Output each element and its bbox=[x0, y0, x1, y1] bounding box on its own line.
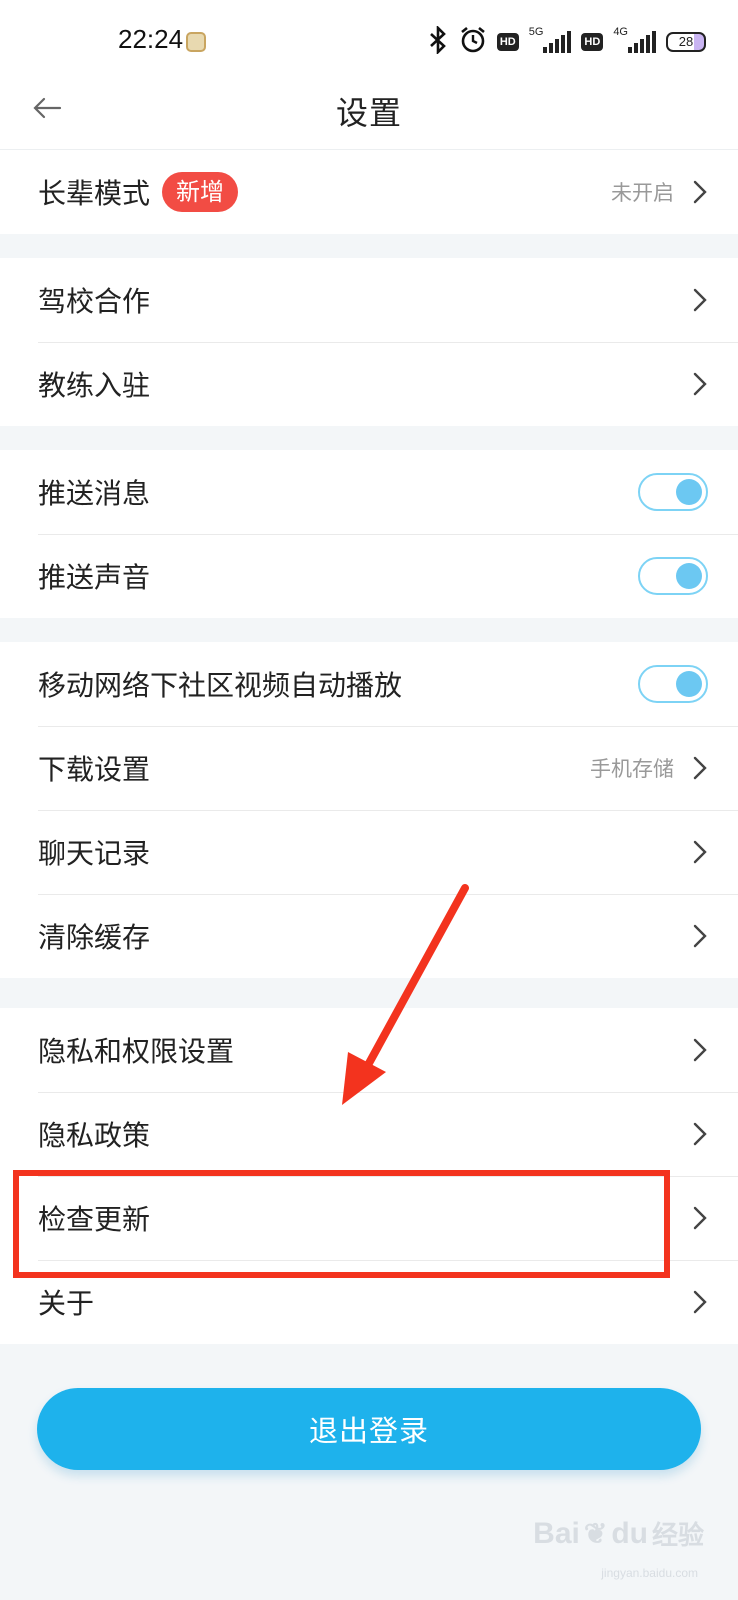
row-driving-school[interactable]: 驾校合作 bbox=[0, 258, 738, 342]
chevron-right-icon bbox=[693, 1122, 707, 1146]
new-badge: 新增 bbox=[162, 172, 239, 212]
row-value: 未开启 bbox=[611, 181, 674, 205]
chevron-right-icon bbox=[693, 180, 707, 204]
row-label: 隐私政策 bbox=[38, 1119, 151, 1152]
page-title: 设置 bbox=[335, 94, 402, 132]
row-label: 隐私和权限设置 bbox=[38, 1035, 235, 1068]
watermark-url: jingyan.baidu.com bbox=[601, 1566, 698, 1580]
chevron-right-icon bbox=[693, 840, 707, 864]
row-label: 推送消息 bbox=[38, 477, 151, 510]
notification-app-icon bbox=[186, 32, 206, 52]
status-icons: HD 5G HD 4G 28 bbox=[427, 22, 706, 62]
toggle-knob bbox=[676, 671, 702, 697]
watermark-brand-du: du bbox=[611, 1516, 648, 1550]
row-label: 关于 bbox=[38, 1287, 95, 1320]
settings-group-push: 推送消息 推送声音 bbox=[0, 450, 738, 618]
red-arrow-icon bbox=[342, 884, 469, 1105]
row-elder-mode[interactable]: 长辈模式 新增 未开启 bbox=[0, 150, 738, 234]
row-label: 清除缓存 bbox=[38, 921, 151, 954]
hd-badge-2: HD bbox=[581, 33, 604, 51]
row-label: 下载设置 bbox=[38, 753, 151, 786]
row-autoplay-video: 移动网络下社区视频自动播放 bbox=[0, 642, 738, 726]
watermark-brand: Bai bbox=[533, 1516, 580, 1550]
push-messages-toggle[interactable] bbox=[638, 473, 708, 511]
signal-icon-2 bbox=[628, 31, 656, 53]
row-label: 长辈模式 bbox=[38, 177, 151, 210]
settings-group-partners: 驾校合作 教练入驻 bbox=[0, 258, 738, 426]
hd-badge: HD bbox=[496, 33, 519, 51]
chevron-right-icon bbox=[693, 1206, 707, 1230]
paw-icon: ❦ bbox=[583, 1518, 608, 1549]
chevron-right-icon bbox=[693, 372, 707, 396]
row-value: 手机存储 bbox=[590, 757, 674, 781]
row-label: 驾校合作 bbox=[38, 285, 151, 318]
watermark-logo: Bai ❦ du 经验 bbox=[533, 1515, 704, 1552]
autoplay-video-toggle[interactable] bbox=[638, 665, 708, 703]
push-sound-toggle[interactable] bbox=[638, 557, 708, 595]
row-push-sound: 推送声音 bbox=[0, 534, 738, 618]
network-5g-label: 5G bbox=[528, 26, 544, 38]
nav-header: 设置 bbox=[0, 70, 738, 150]
chevron-right-icon bbox=[693, 924, 707, 948]
row-label: 移动网络下社区视频自动播放 bbox=[38, 669, 403, 702]
battery-icon: 28 bbox=[666, 32, 706, 52]
toggle-knob bbox=[676, 479, 702, 505]
status-time: 22:24 bbox=[118, 24, 184, 54]
row-label: 教练入驻 bbox=[38, 369, 151, 402]
watermark-brand-cn: 经验 bbox=[651, 1521, 704, 1551]
row-coach-join[interactable]: 教练入驻 bbox=[0, 342, 738, 426]
network-4g-label: 4G bbox=[613, 26, 628, 38]
logout-button[interactable]: 退出登录 bbox=[37, 1388, 701, 1470]
row-push-messages: 推送消息 bbox=[0, 450, 738, 534]
chevron-right-icon bbox=[693, 1290, 707, 1314]
row-label: 聊天记录 bbox=[38, 837, 151, 870]
signal-icon bbox=[543, 31, 572, 53]
chevron-right-icon bbox=[693, 756, 707, 780]
chevron-right-icon bbox=[693, 1038, 707, 1062]
row-label: 推送声音 bbox=[38, 561, 151, 594]
row-download-settings[interactable]: 下载设置 手机存储 bbox=[0, 726, 738, 810]
highlight-box-annotation bbox=[13, 1170, 670, 1278]
chevron-right-icon bbox=[693, 288, 707, 312]
toggle-knob bbox=[676, 563, 702, 589]
settings-group-elder: 长辈模式 新增 未开启 bbox=[0, 150, 738, 234]
alarm-icon bbox=[459, 26, 487, 58]
bluetooth-icon bbox=[427, 24, 449, 58]
